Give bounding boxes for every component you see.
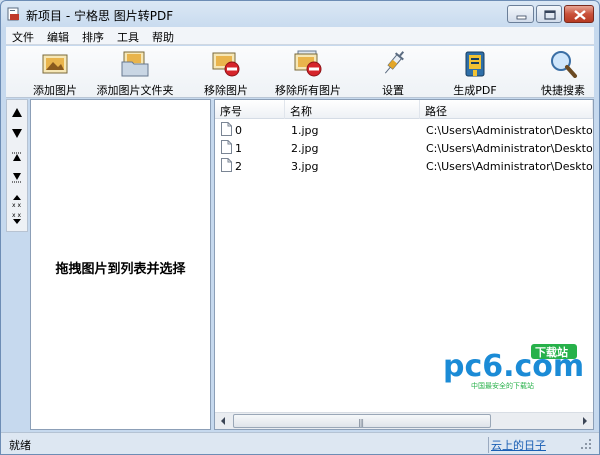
move-controls: x x x x — [6, 99, 28, 232]
remove-all-icon — [294, 50, 322, 77]
svg-text:x x: x x — [12, 202, 21, 208]
row-name: 2.jpg — [291, 142, 319, 155]
list-header: 序号 名称 路径 — [215, 100, 593, 119]
toolbar: 添加图片 添加图片文件夹 移除图片 移除所有图片 设置 生成PDF 快捷搜素 — [6, 46, 594, 98]
scroll-left-icon[interactable] — [215, 413, 232, 429]
column-index[interactable]: 序号 — [215, 100, 285, 119]
generate-pdf-icon — [465, 51, 485, 77]
add-folder-button[interactable]: 添加图片文件夹 — [94, 46, 176, 98]
add-folder-label: 添加图片文件夹 — [96, 84, 174, 97]
maximize-icon — [544, 10, 556, 20]
move-top-icon[interactable] — [10, 150, 24, 164]
magnifier-icon — [551, 51, 577, 78]
minimize-button[interactable] — [507, 5, 534, 23]
column-path[interactable]: 路径 — [420, 100, 593, 119]
table-row[interactable]: 2 3.jpg C:\Users\Administrator\Desktop — [215, 157, 593, 175]
move-bottom-icon[interactable] — [10, 170, 24, 184]
status-bar: 就绪 云上的日子 — [1, 432, 599, 454]
minimize-icon — [516, 15, 527, 20]
horizontal-scrollbar[interactable]: ||| — [215, 412, 593, 429]
sort-ascending-icon[interactable]: x x — [10, 194, 24, 208]
scroll-right-icon[interactable] — [576, 413, 593, 429]
pc6-watermark-logo: pc6.com 下载站 中国最安全的下载站 — [443, 344, 584, 390]
move-down-icon[interactable] — [10, 126, 24, 140]
table-row[interactable]: 0 1.jpg C:\Users\Administrator\Desktop — [215, 121, 593, 139]
watermark-badge: 下载站 — [535, 345, 568, 359]
add-folder-icon — [121, 51, 149, 77]
settings-button[interactable]: 设置 — [373, 46, 413, 98]
status-text: 就绪 — [9, 439, 31, 452]
column-name[interactable]: 名称 — [285, 100, 420, 119]
resize-grip-icon[interactable] — [579, 437, 593, 451]
row-index: 2 — [235, 160, 242, 173]
image-list[interactable]: 序号 名称 路径 0 1.jpg C:\Users\Administrator\… — [214, 99, 594, 430]
file-icon — [221, 122, 232, 136]
settings-syringe-icon — [384, 51, 405, 74]
add-image-button[interactable]: 添加图片 — [26, 46, 84, 98]
menu-bar: 文件 编辑 排序 工具 帮助 — [6, 27, 594, 45]
remove-all-label: 移除所有图片 — [275, 84, 341, 97]
row-index: 0 — [235, 124, 242, 137]
menu-file[interactable]: 文件 — [12, 29, 34, 45]
svg-text:x x: x x — [12, 212, 21, 219]
watermark-tagline: 中国最安全的下载站 — [471, 381, 534, 390]
quick-search-button[interactable]: 快捷搜素 — [534, 46, 592, 98]
generate-pdf-button[interactable]: 生成PDF — [449, 46, 501, 98]
close-button[interactable] — [564, 5, 594, 23]
move-up-icon[interactable] — [10, 106, 24, 120]
row-index: 1 — [235, 142, 242, 155]
remove-image-button[interactable]: 移除图片 — [196, 46, 256, 98]
title-bar[interactable]: 新项目 - 宁格思 图片转PDF — [1, 1, 599, 27]
settings-label: 设置 — [382, 84, 404, 97]
row-path: C:\Users\Administrator\Desktop — [426, 142, 594, 155]
row-name: 1.jpg — [291, 124, 319, 137]
menu-sort[interactable]: 排序 — [82, 29, 104, 45]
row-path: C:\Users\Administrator\Desktop — [426, 160, 594, 173]
file-icon — [221, 158, 232, 172]
generate-pdf-label: 生成PDF — [453, 84, 497, 97]
row-name: 3.jpg — [291, 160, 319, 173]
app-window: 新项目 - 宁格思 图片转PDF 文件 编辑 排序 工具 帮助 添加图片 添加图… — [0, 0, 600, 455]
sort-descending-icon[interactable]: x x — [10, 212, 24, 226]
scrollbar-thumb[interactable]: ||| — [233, 414, 491, 428]
app-icon — [7, 7, 19, 21]
row-path: C:\Users\Administrator\Desktop — [426, 124, 594, 137]
add-image-icon — [42, 54, 68, 74]
maximize-button[interactable] — [536, 5, 562, 23]
add-image-label: 添加图片 — [33, 84, 77, 97]
remove-image-icon — [212, 52, 240, 77]
status-link[interactable]: 云上的日子 — [488, 437, 546, 453]
close-icon — [574, 10, 586, 20]
window-title: 新项目 - 宁格思 图片转PDF — [26, 9, 174, 23]
remove-image-label: 移除图片 — [204, 84, 248, 97]
quick-search-label: 快捷搜素 — [541, 84, 585, 97]
drop-panel[interactable]: 拖拽图片到列表并选择 — [30, 99, 211, 430]
file-icon — [221, 140, 232, 154]
drop-hint: 拖拽图片到列表并选择 — [55, 262, 186, 277]
table-row[interactable]: 1 2.jpg C:\Users\Administrator\Desktop — [215, 139, 593, 157]
remove-all-button[interactable]: 移除所有图片 — [268, 46, 348, 98]
menu-tools[interactable]: 工具 — [117, 29, 139, 45]
menu-help[interactable]: 帮助 — [152, 29, 174, 45]
menu-edit[interactable]: 编辑 — [47, 29, 69, 45]
